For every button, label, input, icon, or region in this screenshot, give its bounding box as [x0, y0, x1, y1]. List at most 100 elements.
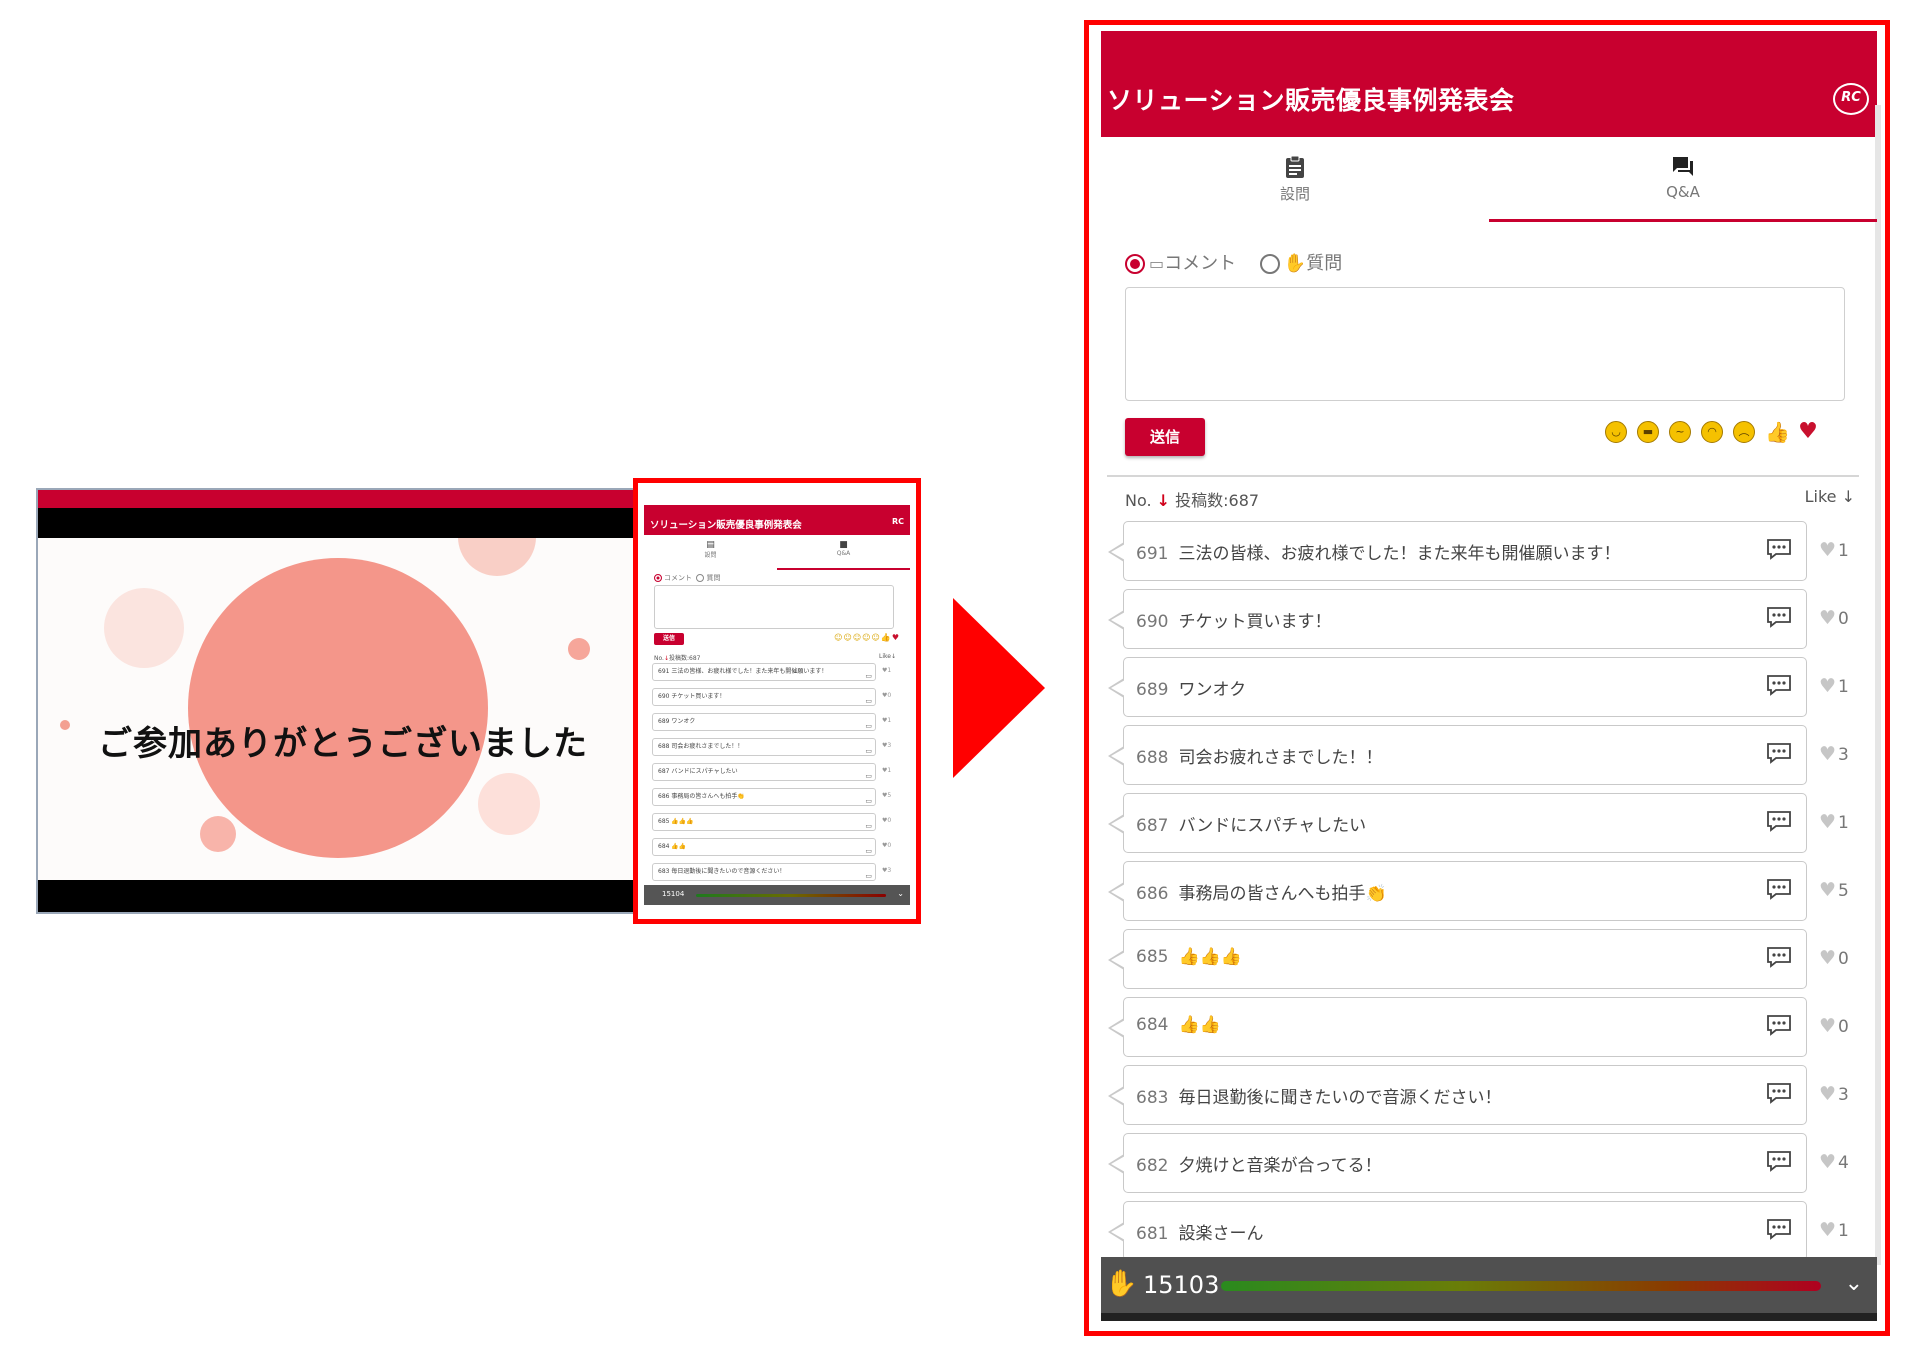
- reply-icon[interactable]: ▭: [865, 843, 872, 855]
- mini-comment-bubble[interactable]: 683 毎日退勤後に聞きたいので音源ください！ ▭: [652, 863, 876, 881]
- like-button[interactable]: ♥ 1: [1819, 539, 1849, 561]
- mini-like[interactable]: ♥1: [882, 767, 891, 774]
- mini-like[interactable]: ♥0: [882, 842, 891, 849]
- mini-radio-question[interactable]: [696, 574, 705, 582]
- thinking-face-icon[interactable]: ~: [1669, 421, 1691, 443]
- reply-icon[interactable]: [1766, 1150, 1792, 1172]
- radio-comment[interactable]: ▭コメント: [1125, 249, 1236, 275]
- mini-event-title: ソリューション販売優良事例発表会: [650, 520, 802, 531]
- reply-icon[interactable]: [1766, 878, 1792, 900]
- mini-like[interactable]: ♥5: [882, 792, 891, 799]
- comment-bubble[interactable]: 688 司会お疲れさまでした！！: [1108, 725, 1807, 785]
- send-button[interactable]: 送信: [1125, 418, 1205, 456]
- mini-comment-bubble[interactable]: 686 事務局の皆さんへも拍手👏 ▭: [652, 788, 876, 806]
- mini-comment-bubble[interactable]: 689 ワンオク ▭: [652, 713, 876, 731]
- heart-icon: ♥: [1819, 1219, 1837, 1241]
- mini-tab-qa[interactable]: ■ Q&A: [777, 537, 910, 567]
- mini-like[interactable]: ♥0: [882, 692, 891, 699]
- comment-row: 683 毎日退勤後に聞きたいので音源ください！ ♥ 3: [1101, 1063, 1877, 1131]
- sort-number-label[interactable]: No.: [1125, 491, 1152, 510]
- comment-bubble[interactable]: 691 三法の皆様、お疲れ様でした！また来年も開催願います！: [1108, 521, 1807, 581]
- comment-bubble[interactable]: 686 事務局の皆さんへも拍手👏: [1108, 861, 1807, 921]
- mini-like[interactable]: ♥3: [882, 742, 891, 749]
- smile-face-icon[interactable]: ◡: [1605, 421, 1627, 443]
- mini-like[interactable]: ♥1: [882, 717, 891, 724]
- mini-radio-comment[interactable]: [654, 574, 662, 582]
- frown-face-icon[interactable]: ◠: [1701, 421, 1723, 443]
- tab-label: Q&A: [1666, 183, 1700, 201]
- grin-face-icon[interactable]: ▬: [1637, 421, 1659, 443]
- reply-icon[interactable]: [1766, 810, 1792, 832]
- reply-icon[interactable]: [1766, 1014, 1792, 1036]
- radio-button-selected[interactable]: [1125, 254, 1145, 274]
- mini-comment-bubble[interactable]: 687 バンドにスパチャしたい ▭: [652, 763, 876, 781]
- comment-bubble[interactable]: 687 バンドにスパチャしたい: [1108, 793, 1807, 853]
- heart-icon[interactable]: ♥: [1797, 421, 1819, 443]
- comment-bubble[interactable]: 684 👍👍: [1108, 997, 1807, 1057]
- like-button[interactable]: ♥ 0: [1819, 1015, 1849, 1037]
- arrow-down-icon[interactable]: ↓: [1157, 491, 1170, 510]
- chevron-down-icon[interactable]: ⌄: [897, 889, 904, 898]
- reply-icon[interactable]: [1766, 1218, 1792, 1240]
- comment-body: 三法の皆様、お疲れ様でした！また来年も開催願います！: [1178, 544, 1621, 564]
- mini-clap-meter: [696, 894, 886, 897]
- thumbs-up-icon[interactable]: 👍: [1765, 421, 1790, 443]
- like-button[interactable]: ♥ 1: [1819, 1219, 1849, 1241]
- comment-bubble[interactable]: 689 ワンオク: [1108, 657, 1807, 717]
- comment-bubble[interactable]: 683 毎日退勤後に聞きたいので音源ください！: [1108, 1065, 1807, 1125]
- radio-button[interactable]: [1259, 254, 1280, 274]
- reply-icon[interactable]: ▭: [865, 718, 872, 730]
- mini-tab-survey[interactable]: ▤ 設問: [644, 537, 777, 567]
- like-button[interactable]: ♥ 5: [1819, 879, 1849, 901]
- angry-face-icon[interactable]: ︵: [1733, 421, 1755, 443]
- mini-like[interactable]: ♥0: [882, 817, 891, 824]
- chevron-down-icon[interactable]: ⌄: [1845, 1271, 1863, 1296]
- like-button[interactable]: ♥ 4: [1819, 1151, 1849, 1173]
- mini-comment-bubble[interactable]: 688 司会お疲れさまでした！！ ▭: [652, 738, 876, 756]
- clap-hand-icon[interactable]: ✋: [1105, 1269, 1137, 1299]
- radio-question[interactable]: ✋質問: [1259, 249, 1342, 275]
- reply-icon[interactable]: [1766, 742, 1792, 764]
- mini-comment-bubble[interactable]: 685 👍👍👍 ▭: [652, 813, 876, 831]
- comment-bubble[interactable]: 690 チケット買います！: [1108, 589, 1807, 649]
- reply-icon[interactable]: ▭: [865, 693, 872, 705]
- comment-text: 684 👍👍: [1136, 1015, 1221, 1035]
- mini-like[interactable]: ♥3: [882, 867, 891, 874]
- like-button[interactable]: ♥ 0: [1819, 607, 1849, 629]
- reply-icon[interactable]: [1766, 1082, 1792, 1104]
- sort-like[interactable]: Like ↓: [1805, 487, 1855, 506]
- mini-comment-bubble[interactable]: 691 三法の皆様、お疲れ様でした！また来年も開催願います！ ▭: [652, 663, 876, 681]
- reply-icon[interactable]: [1766, 674, 1792, 696]
- like-button[interactable]: ♥ 0: [1819, 947, 1849, 969]
- comment-bubble[interactable]: 682 夕焼けと音楽が合ってる！: [1108, 1133, 1807, 1193]
- comment-body: バンドにスパチャしたい: [1178, 816, 1367, 836]
- mini-comment-bubble[interactable]: 684 👍👍 ▭: [652, 838, 876, 856]
- comment-bubble[interactable]: 685 👍👍👍: [1108, 929, 1807, 989]
- reply-icon[interactable]: ▭: [865, 818, 872, 830]
- comment-text: 687 バンドにスパチャしたい: [1136, 811, 1366, 836]
- tab-qa[interactable]: Q&A: [1489, 137, 1877, 219]
- like-button[interactable]: ♥ 1: [1819, 811, 1849, 833]
- mini-comment-bubble[interactable]: 690 チケット買います！ ▭: [652, 688, 876, 706]
- mini-like[interactable]: ♥1: [882, 667, 891, 674]
- mini-comment-input[interactable]: [654, 585, 894, 629]
- reply-icon[interactable]: ▭: [865, 668, 872, 680]
- comment-bubble[interactable]: 681 設楽さーん: [1108, 1201, 1807, 1261]
- comment-number: 685: [1136, 947, 1169, 967]
- mini-stats-row: No.↓投稿数:687 Like↓: [654, 653, 896, 662]
- mini-send-button[interactable]: 送信: [654, 633, 684, 645]
- like-button[interactable]: ♥ 3: [1819, 743, 1849, 765]
- tab-survey[interactable]: 設問: [1101, 137, 1489, 219]
- reply-icon[interactable]: ▭: [865, 768, 872, 780]
- reply-icon[interactable]: ▭: [865, 793, 872, 805]
- reply-icon[interactable]: [1766, 946, 1792, 968]
- reply-icon[interactable]: [1766, 538, 1792, 560]
- reply-icon[interactable]: ▭: [865, 868, 872, 880]
- like-button[interactable]: ♥ 3: [1819, 1083, 1849, 1105]
- reply-icon[interactable]: ▭: [865, 743, 872, 755]
- comment-input[interactable]: [1125, 287, 1845, 401]
- heart-icon: ♥: [1819, 947, 1837, 969]
- reply-icon[interactable]: [1766, 606, 1792, 628]
- like-button[interactable]: ♥ 1: [1819, 675, 1849, 697]
- mini-reaction-bar[interactable]: ☺☺☺☺☺👍♥: [834, 633, 900, 642]
